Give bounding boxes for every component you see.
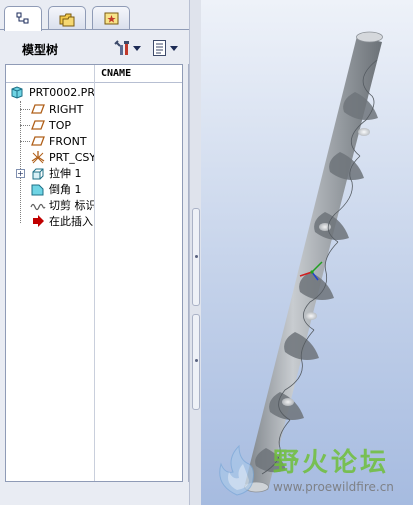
tree-item-label: 切剪 标识: [49, 199, 94, 212]
datum-plane-icon: [30, 102, 46, 116]
sash-handle-upper[interactable]: [192, 208, 200, 306]
cut-icon: [30, 198, 46, 212]
panel-footer: [0, 482, 189, 505]
expand-toggle[interactable]: +: [16, 168, 25, 178]
tree-item-top[interactable]: TOP: [30, 117, 94, 133]
favorites-icon: [104, 12, 119, 25]
tree-item-label: RIGHT: [49, 102, 84, 116]
folder-icon: [59, 13, 75, 27]
column-divider[interactable]: [94, 65, 95, 481]
extrude-icon: [30, 166, 46, 180]
chevron-down-icon: [170, 45, 178, 51]
tree-item-front[interactable]: FRONT: [30, 133, 94, 149]
list-view-icon: [153, 40, 166, 56]
tab-model-tree[interactable]: [4, 6, 42, 31]
model-tree-panel: 模型树 CNAME PRT0002.PRT RIGHT TOP FRONT PR…: [0, 0, 189, 505]
tree-item-csys[interactable]: PRT_CSYS_DEF: [30, 149, 94, 165]
panel-splitter[interactable]: [189, 0, 201, 505]
tree-item-extrude[interactable]: + 拉伸 1: [16, 165, 94, 181]
tree-item-root[interactable]: PRT0002.PRT: [10, 84, 94, 100]
tab-favorites[interactable]: [92, 6, 130, 30]
tree-item-label: 倒角 1: [49, 183, 82, 196]
insert-here-icon: [30, 214, 46, 228]
datum-plane-icon: [30, 134, 46, 148]
tab-folder-browser[interactable]: [48, 6, 86, 30]
tree-item-label: 在此插入: [49, 215, 93, 228]
settings-dropdown-button[interactable]: [113, 38, 141, 58]
panel-title: 模型树: [22, 43, 59, 57]
sash-handle-lower[interactable]: [192, 314, 200, 410]
coordinate-system-icon: [30, 150, 46, 164]
tree-item-insert-here[interactable]: 在此插入: [30, 213, 94, 229]
tree-item-label: PRT_CSYS_DEF: [49, 150, 94, 164]
chevron-down-icon: [133, 45, 141, 51]
graphics-viewport[interactable]: [201, 0, 413, 505]
tools-icon: [114, 40, 129, 55]
model-tree: CNAME PRT0002.PRT RIGHT TOP FRONT PRT_CS…: [5, 64, 183, 482]
panel-header: 模型树: [0, 30, 189, 64]
part-icon: [10, 85, 26, 99]
tree-item-label: FRONT: [49, 134, 87, 148]
tree-item-chamfer[interactable]: 倒角 1: [30, 181, 94, 197]
tree-item-right[interactable]: RIGHT: [30, 101, 94, 117]
navigator-tabs: [0, 0, 189, 31]
tree-item-label: 拉伸 1: [49, 167, 82, 180]
column-header-cname[interactable]: CNAME: [101, 68, 131, 79]
chamfer-icon: [30, 182, 46, 196]
show-dropdown-button[interactable]: [152, 38, 178, 58]
tree-item-label: TOP: [49, 118, 72, 132]
tree-item-label: PRT0002.PRT: [29, 85, 94, 99]
datum-plane-icon: [30, 118, 46, 132]
forum-watermark: 野火论坛 www.proewildfire.cn: [201, 438, 413, 505]
tree-item-cut[interactable]: 切剪 标识: [30, 197, 94, 213]
twisted-drill-model: [244, 31, 383, 493]
flame-logo-icon: [219, 444, 254, 496]
watermark-url: www.proewildfire.cn: [273, 480, 394, 494]
model-tree-icon: [16, 12, 29, 24]
watermark-title: 野火论坛: [273, 448, 390, 478]
